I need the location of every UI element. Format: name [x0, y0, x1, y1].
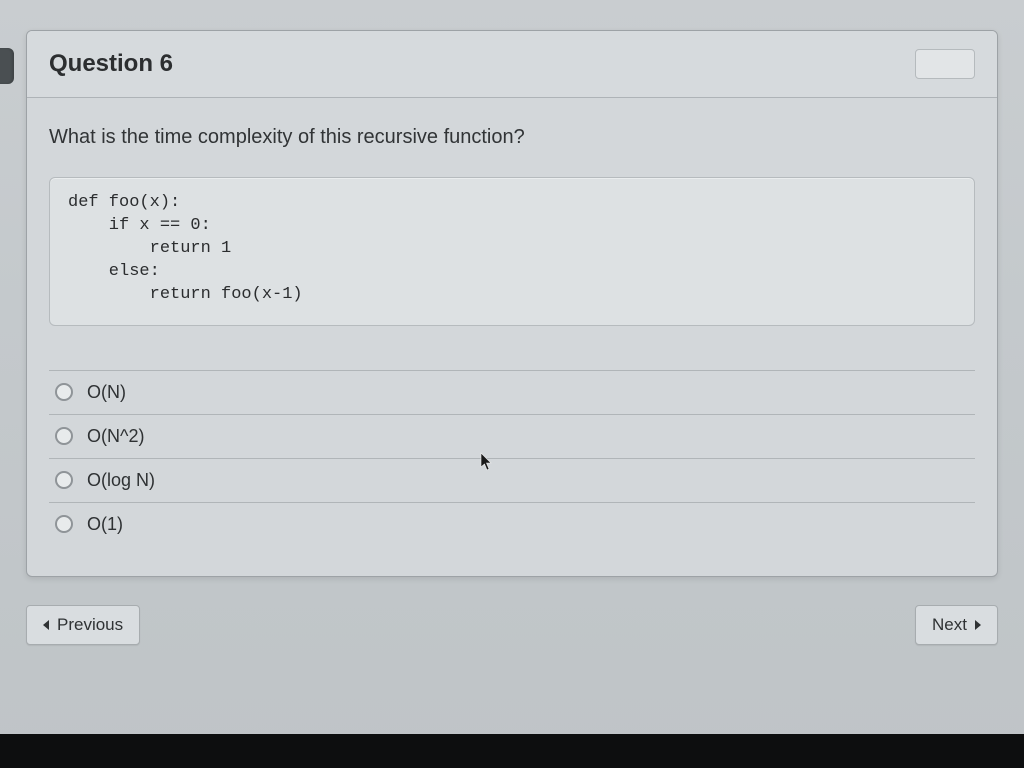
previous-label: Previous [57, 615, 123, 635]
answer-option[interactable]: O(log N) [49, 459, 975, 503]
radio-icon [55, 427, 73, 445]
answer-label: O(N) [87, 382, 126, 403]
points-box [915, 49, 975, 79]
answer-label: O(N^2) [87, 426, 144, 447]
card-body: What is the time complexity of this recu… [27, 98, 997, 576]
previous-button[interactable]: Previous [26, 605, 140, 645]
side-tab-marker [0, 48, 14, 84]
answer-option[interactable]: O(1) [49, 503, 975, 546]
answer-option[interactable]: O(N^2) [49, 415, 975, 459]
bottom-bar [0, 734, 1024, 768]
chevron-left-icon [43, 620, 49, 630]
question-prompt: What is the time complexity of this recu… [49, 126, 975, 149]
code-block: def foo(x): if x == 0: return 1 else: re… [49, 177, 975, 326]
question-title: Question 6 [49, 50, 173, 78]
answer-list: O(N) O(N^2) O(log N) O(1) [49, 370, 975, 546]
nav-row: Previous Next [26, 605, 998, 645]
next-label: Next [932, 615, 967, 635]
question-card: Question 6 What is the time complexity o… [26, 30, 998, 577]
chevron-right-icon [975, 620, 981, 630]
answer-label: O(1) [87, 514, 123, 535]
answer-option[interactable]: O(N) [49, 371, 975, 415]
radio-icon [55, 383, 73, 401]
radio-icon [55, 515, 73, 533]
card-header: Question 6 [27, 31, 997, 98]
answer-label: O(log N) [87, 470, 155, 491]
radio-icon [55, 471, 73, 489]
next-button[interactable]: Next [915, 605, 998, 645]
